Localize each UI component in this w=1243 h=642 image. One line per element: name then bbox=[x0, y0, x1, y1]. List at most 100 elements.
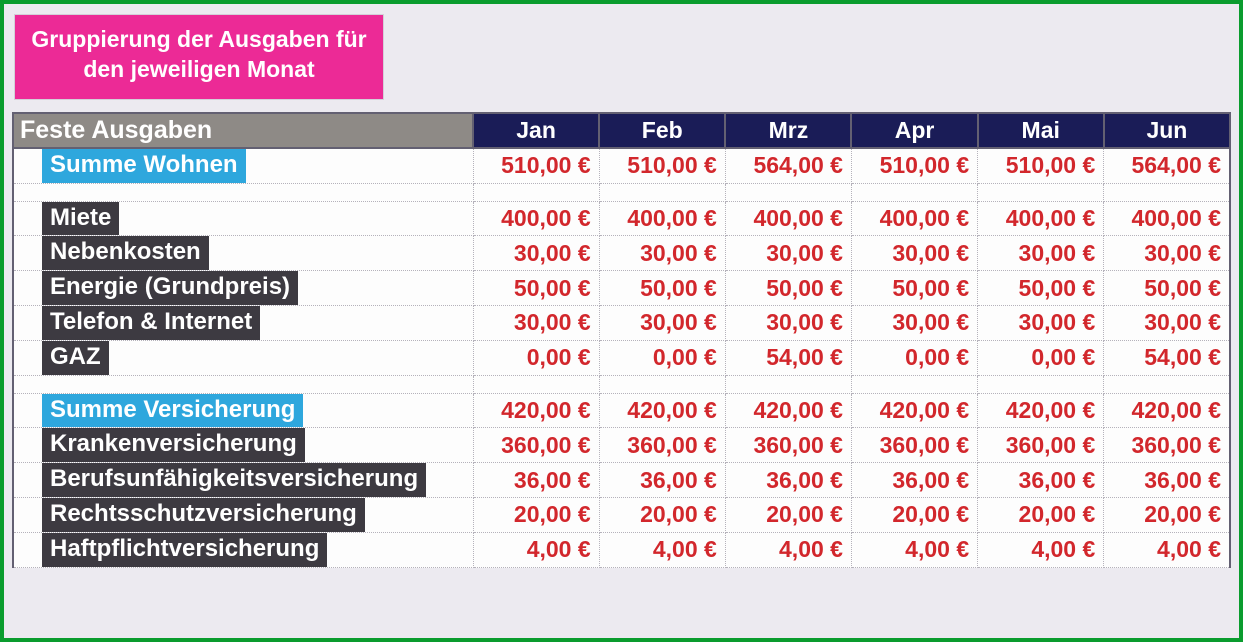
value-cell[interactable]: 36,00 € bbox=[978, 463, 1104, 498]
item-row: Rechtsschutzversicherung20,00 €20,00 €20… bbox=[13, 497, 1230, 532]
row-label-cell[interactable]: Krankenversicherung bbox=[13, 428, 473, 463]
value-cell[interactable]: 50,00 € bbox=[725, 271, 851, 306]
spacer-cell bbox=[725, 183, 851, 201]
value-cell[interactable]: 54,00 € bbox=[725, 340, 851, 375]
value-cell[interactable]: 510,00 € bbox=[978, 148, 1104, 183]
value-cell[interactable]: 20,00 € bbox=[851, 497, 977, 532]
item-label: Rechtsschutzversicherung bbox=[42, 498, 365, 532]
value-cell[interactable]: 4,00 € bbox=[473, 532, 599, 567]
value-cell[interactable]: 400,00 € bbox=[473, 201, 599, 236]
value-cell[interactable]: 564,00 € bbox=[1104, 148, 1230, 183]
value-cell[interactable]: 36,00 € bbox=[725, 463, 851, 498]
spacer-cell bbox=[725, 375, 851, 393]
value-cell[interactable]: 510,00 € bbox=[599, 148, 725, 183]
value-cell[interactable]: 0,00 € bbox=[851, 340, 977, 375]
item-label: Energie (Grundpreis) bbox=[42, 271, 298, 305]
item-label: GAZ bbox=[42, 341, 109, 375]
value-cell[interactable]: 50,00 € bbox=[851, 271, 977, 306]
value-cell[interactable]: 420,00 € bbox=[725, 393, 851, 428]
spacer-cell bbox=[851, 375, 977, 393]
value-cell[interactable]: 4,00 € bbox=[1104, 532, 1230, 567]
value-cell[interactable]: 20,00 € bbox=[725, 497, 851, 532]
value-cell[interactable]: 420,00 € bbox=[1104, 393, 1230, 428]
spacer-cell bbox=[599, 375, 725, 393]
value-cell[interactable]: 30,00 € bbox=[473, 236, 599, 271]
value-cell[interactable]: 400,00 € bbox=[851, 201, 977, 236]
spacer-cell bbox=[1104, 183, 1230, 201]
value-cell[interactable]: 30,00 € bbox=[851, 236, 977, 271]
value-cell[interactable]: 30,00 € bbox=[725, 305, 851, 340]
item-label: Miete bbox=[42, 202, 119, 236]
value-cell[interactable]: 50,00 € bbox=[599, 271, 725, 306]
value-cell[interactable]: 400,00 € bbox=[978, 201, 1104, 236]
value-cell[interactable]: 0,00 € bbox=[978, 340, 1104, 375]
row-label-cell[interactable]: Summe Versicherung bbox=[13, 393, 473, 428]
value-cell[interactable]: 564,00 € bbox=[725, 148, 851, 183]
value-cell[interactable]: 360,00 € bbox=[1104, 428, 1230, 463]
value-cell[interactable]: 30,00 € bbox=[599, 236, 725, 271]
value-cell[interactable]: 420,00 € bbox=[851, 393, 977, 428]
value-cell[interactable]: 360,00 € bbox=[978, 428, 1104, 463]
value-cell[interactable]: 50,00 € bbox=[473, 271, 599, 306]
spacer-row bbox=[13, 183, 1230, 201]
value-cell[interactable]: 360,00 € bbox=[473, 428, 599, 463]
header-month-5: Jun bbox=[1104, 113, 1230, 148]
value-cell[interactable]: 4,00 € bbox=[978, 532, 1104, 567]
value-cell[interactable]: 50,00 € bbox=[978, 271, 1104, 306]
value-cell[interactable]: 30,00 € bbox=[1104, 305, 1230, 340]
value-cell[interactable]: 30,00 € bbox=[978, 305, 1104, 340]
item-row: Miete400,00 €400,00 €400,00 €400,00 €400… bbox=[13, 201, 1230, 236]
row-label-cell[interactable]: Rechtsschutzversicherung bbox=[13, 497, 473, 532]
value-cell[interactable]: 54,00 € bbox=[1104, 340, 1230, 375]
row-label-cell[interactable]: Nebenkosten bbox=[13, 236, 473, 271]
value-cell[interactable]: 420,00 € bbox=[473, 393, 599, 428]
value-cell[interactable]: 20,00 € bbox=[1104, 497, 1230, 532]
value-cell[interactable]: 30,00 € bbox=[1104, 236, 1230, 271]
value-cell[interactable]: 400,00 € bbox=[599, 201, 725, 236]
value-cell[interactable]: 0,00 € bbox=[473, 340, 599, 375]
value-cell[interactable]: 36,00 € bbox=[473, 463, 599, 498]
row-label-cell[interactable]: Energie (Grundpreis) bbox=[13, 271, 473, 306]
spacer-cell bbox=[851, 183, 977, 201]
header-month-2: Mrz bbox=[725, 113, 851, 148]
value-cell[interactable]: 360,00 € bbox=[599, 428, 725, 463]
value-cell[interactable]: 20,00 € bbox=[978, 497, 1104, 532]
value-cell[interactable]: 36,00 € bbox=[1104, 463, 1230, 498]
value-cell[interactable]: 400,00 € bbox=[1104, 201, 1230, 236]
value-cell[interactable]: 30,00 € bbox=[473, 305, 599, 340]
row-label-cell[interactable]: GAZ bbox=[13, 340, 473, 375]
value-cell[interactable]: 20,00 € bbox=[599, 497, 725, 532]
value-cell[interactable]: 400,00 € bbox=[725, 201, 851, 236]
row-label-cell[interactable]: Berufsunfähigkeitsversicherung bbox=[13, 463, 473, 498]
value-cell[interactable]: 510,00 € bbox=[851, 148, 977, 183]
value-cell[interactable]: 360,00 € bbox=[851, 428, 977, 463]
value-cell[interactable]: 420,00 € bbox=[599, 393, 725, 428]
value-cell[interactable]: 4,00 € bbox=[599, 532, 725, 567]
item-row: Nebenkosten30,00 €30,00 €30,00 €30,00 €3… bbox=[13, 236, 1230, 271]
value-cell[interactable]: 36,00 € bbox=[851, 463, 977, 498]
value-cell[interactable]: 30,00 € bbox=[978, 236, 1104, 271]
value-cell[interactable]: 4,00 € bbox=[725, 532, 851, 567]
table-header-row: Feste Ausgaben Jan Feb Mrz Apr Mai Jun bbox=[13, 113, 1230, 148]
value-cell[interactable]: 4,00 € bbox=[851, 532, 977, 567]
row-label-cell[interactable]: Telefon & Internet bbox=[13, 305, 473, 340]
row-label-cell[interactable]: Haftpflichtversicherung bbox=[13, 532, 473, 567]
value-cell[interactable]: 30,00 € bbox=[599, 305, 725, 340]
value-cell[interactable]: 36,00 € bbox=[599, 463, 725, 498]
value-cell[interactable]: 0,00 € bbox=[599, 340, 725, 375]
value-cell[interactable]: 510,00 € bbox=[473, 148, 599, 183]
value-cell[interactable]: 30,00 € bbox=[725, 236, 851, 271]
spacer-cell bbox=[473, 183, 599, 201]
value-cell[interactable]: 30,00 € bbox=[851, 305, 977, 340]
row-label-cell[interactable]: Miete bbox=[13, 201, 473, 236]
sum-label: Summe Wohnen bbox=[42, 149, 246, 183]
sum-label: Summe Versicherung bbox=[42, 394, 303, 428]
value-cell[interactable]: 50,00 € bbox=[1104, 271, 1230, 306]
header-month-3: Apr bbox=[851, 113, 977, 148]
value-cell[interactable]: 20,00 € bbox=[473, 497, 599, 532]
row-label-cell[interactable]: Summe Wohnen bbox=[13, 148, 473, 183]
item-row: Energie (Grundpreis)50,00 €50,00 €50,00 … bbox=[13, 271, 1230, 306]
value-cell[interactable]: 420,00 € bbox=[978, 393, 1104, 428]
item-label: Nebenkosten bbox=[42, 236, 209, 270]
value-cell[interactable]: 360,00 € bbox=[725, 428, 851, 463]
